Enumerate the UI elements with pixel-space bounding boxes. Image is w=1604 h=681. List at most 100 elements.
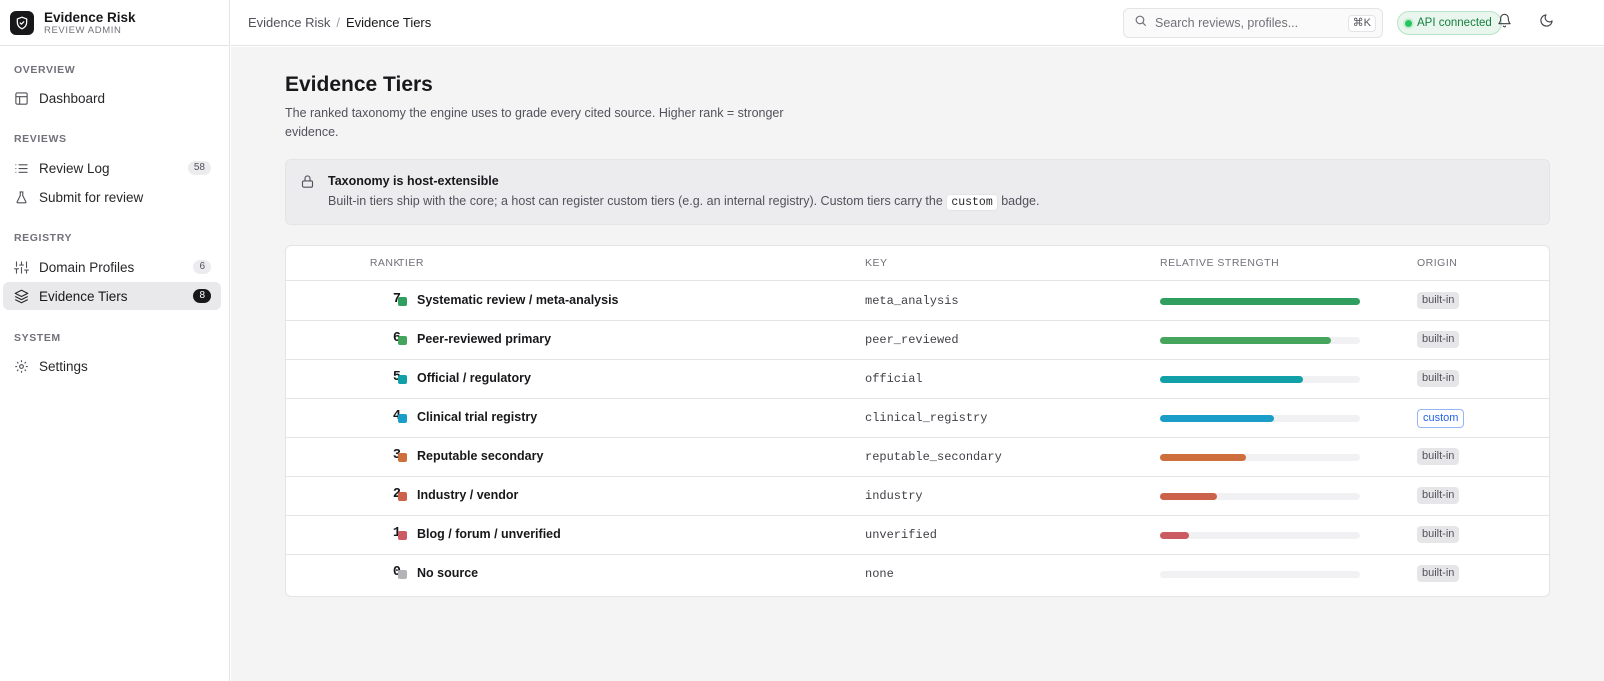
notifications-button[interactable] — [1494, 13, 1514, 33]
tier-key-cell: meta_analysis — [865, 294, 959, 308]
notice-body: Built-in tiers ship with the core; a hos… — [328, 194, 1040, 211]
api-status-badge: API connected — [1397, 11, 1502, 35]
breadcrumb: Evidence Risk / Evidence Tiers — [248, 15, 431, 30]
bell-icon — [1497, 13, 1512, 33]
notice-title: Taxonomy is host-extensible — [328, 174, 499, 188]
table-row[interactable]: 4 Clinical trial registry clinical_regis… — [286, 398, 1549, 438]
custom-code-chip: custom — [946, 194, 998, 211]
strength-bar — [1160, 532, 1360, 539]
tier-key-cell: unverified — [865, 528, 938, 542]
tier-key-cell: official — [865, 372, 923, 386]
tier-name-cell: Industry / vendor — [417, 488, 519, 502]
column-header-origin: ORIGIN — [1417, 257, 1458, 269]
brand[interactable]: Evidence Risk REVIEW ADMIN — [0, 0, 229, 46]
strength-bar-fill — [1160, 454, 1246, 461]
sidebar-item-label: Evidence Tiers — [39, 288, 128, 304]
sidebar-item-submit-for-review[interactable]: Submit for review — [3, 183, 221, 211]
strength-bar-fill — [1160, 493, 1218, 500]
column-header-rank: RANK — [369, 257, 401, 269]
origin-badge: custom — [1417, 409, 1465, 428]
breadcrumb-separator: / — [336, 15, 340, 30]
origin-badge: built-in — [1417, 292, 1460, 309]
breadcrumb-root-link[interactable]: Evidence Risk — [248, 15, 330, 30]
table-row[interactable]: 3 Reputable secondary reputable_secondar… — [286, 437, 1549, 477]
notice-body-text: Built-in tiers ship with the core; a hos… — [328, 194, 943, 208]
lock-icon — [300, 174, 315, 194]
evidence-tiers-count-badge: 8 — [193, 289, 211, 303]
sidebar-item-review-log[interactable]: Review Log 58 — [3, 154, 221, 182]
search-shortcut-hint: ⌘K — [1347, 15, 1376, 32]
sidebar-item-label: Domain Profiles — [39, 259, 135, 275]
strength-bar — [1160, 337, 1360, 344]
shield-icon — [10, 10, 34, 35]
sidebar-item-dashboard[interactable]: Dashboard — [3, 84, 221, 112]
strength-bar-fill — [1160, 298, 1360, 305]
strength-bar-fill — [1160, 415, 1275, 422]
layers-icon — [13, 288, 29, 304]
tier-name-cell: Blog / forum / unverified — [417, 527, 561, 541]
tier-color-swatch — [398, 531, 407, 540]
domain-profiles-count-badge: 6 — [193, 260, 211, 274]
table-row[interactable]: 5 Official / regulatory official built-i… — [286, 359, 1549, 399]
tier-color-swatch — [398, 453, 407, 462]
gear-icon — [13, 358, 29, 374]
tier-name-cell: No source — [417, 566, 479, 580]
table-row[interactable]: 0 No source none built-in — [286, 554, 1549, 594]
evidence-tiers-table: RANK TIER KEY RELATIVE STRENGTH ORIGIN 7… — [285, 245, 1550, 597]
origin-badge: built-in — [1417, 370, 1460, 387]
strength-bar — [1160, 454, 1360, 461]
origin-badge: built-in — [1417, 565, 1460, 582]
layout-icon — [13, 90, 29, 106]
origin-badge: built-in — [1417, 526, 1460, 543]
sidebar-item-evidence-tiers[interactable]: Evidence Tiers 8 — [3, 282, 221, 310]
tier-key-cell: reputable_secondary — [865, 450, 1002, 464]
section-label-overview: OVERVIEW — [14, 64, 76, 76]
table-row[interactable]: 7 Systematic review / meta-analysis meta… — [286, 281, 1549, 321]
api-status-label: API connected — [1417, 17, 1492, 29]
sidebar: Evidence Risk REVIEW ADMIN OVERVIEW Dash… — [0, 0, 230, 681]
table-row[interactable]: 1 Blog / forum / unverified unverified b… — [286, 515, 1549, 555]
tier-key-cell: clinical_registry — [865, 411, 988, 425]
list-icon — [13, 160, 29, 176]
sidebar-item-settings[interactable]: Settings — [3, 352, 221, 380]
tier-name-cell: Systematic review / meta-analysis — [417, 293, 619, 307]
column-header-relative-strength: RELATIVE STRENGTH — [1160, 257, 1280, 269]
status-dot-icon — [1405, 19, 1412, 27]
strength-bar-fill — [1160, 532, 1189, 539]
tier-name-cell: Reputable secondary — [417, 449, 544, 463]
tier-key-cell: peer_reviewed — [865, 333, 959, 347]
sidebar-item-label: Review Log — [39, 160, 110, 176]
table-row[interactable]: 6 Peer-reviewed primary peer_reviewed bu… — [286, 320, 1549, 360]
tier-color-swatch — [398, 336, 407, 345]
tier-name-cell: Clinical trial registry — [417, 410, 538, 424]
sidebar-item-label: Settings — [39, 358, 88, 374]
notice-body-text-end: badge. — [1001, 194, 1040, 208]
column-header-tier: TIER — [398, 257, 424, 269]
brand-subtitle: REVIEW ADMIN — [44, 24, 122, 36]
section-label-system: SYSTEM — [14, 332, 61, 344]
table-row[interactable]: 2 Industry / vendor industry built-in — [286, 476, 1549, 516]
main-content: Evidence Tiers The ranked taxonomy the e… — [231, 47, 1604, 681]
tier-name-cell: Official / regulatory — [417, 371, 531, 385]
sidebar-item-domain-profiles[interactable]: Domain Profiles 6 — [3, 253, 221, 281]
origin-badge: built-in — [1417, 487, 1460, 504]
strength-bar-fill — [1160, 337, 1332, 344]
strength-bar — [1160, 298, 1360, 305]
brand-name: Evidence Risk — [44, 9, 136, 25]
strength-bar — [1160, 493, 1360, 500]
tier-key-cell: none — [865, 567, 894, 581]
strength-bar-fill — [1160, 376, 1303, 383]
search-box[interactable]: ⌘K — [1123, 8, 1383, 38]
tier-color-swatch — [398, 375, 407, 384]
info-notice: Taxonomy is host-extensible Built-in tie… — [285, 159, 1550, 225]
search-input[interactable] — [1155, 16, 1345, 30]
origin-badge: built-in — [1417, 331, 1460, 348]
tier-color-swatch — [398, 492, 407, 501]
sidebar-item-label: Dashboard — [39, 90, 106, 106]
sidebar-item-label: Submit for review — [39, 189, 144, 205]
sliders-icon — [13, 259, 29, 275]
theme-toggle-button[interactable] — [1536, 13, 1556, 33]
topbar: Evidence Risk / Evidence Tiers ⌘K API conn… — [231, 0, 1604, 46]
tier-color-swatch — [398, 570, 407, 579]
tier-color-swatch — [398, 414, 407, 423]
